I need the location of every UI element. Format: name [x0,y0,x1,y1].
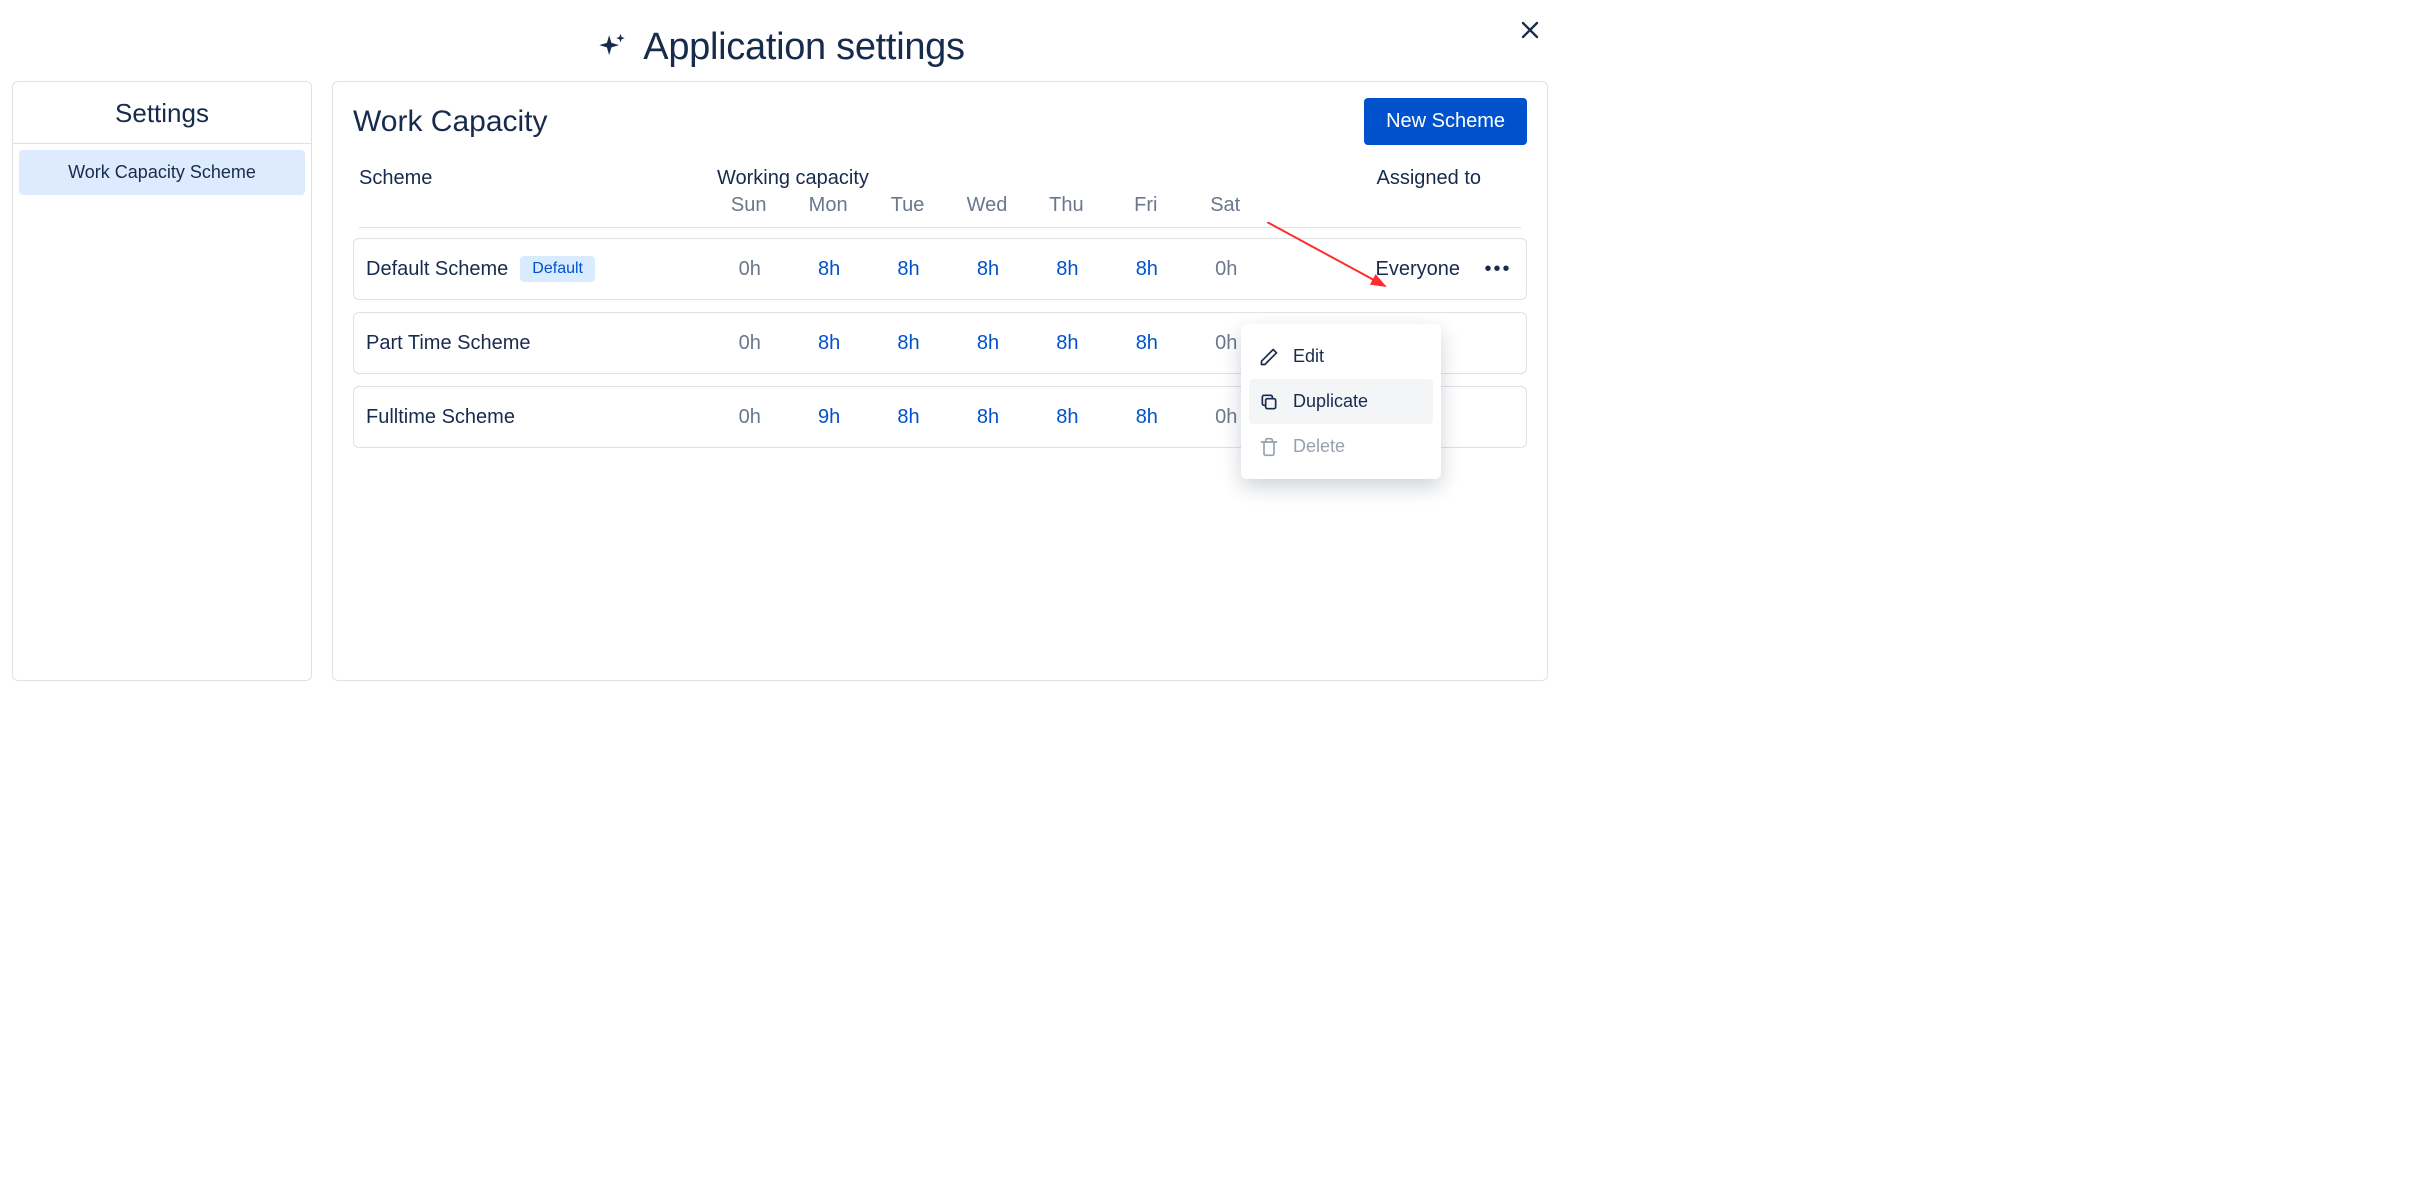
sparkle-icon [595,31,629,65]
day-header-wed: Wed [947,194,1026,217]
menu-item-label: Duplicate [1293,391,1368,412]
scheme-name: Default Scheme [366,258,508,281]
hours-sat: 0h [1187,258,1266,281]
hours-wed: 8h [948,332,1027,355]
hours-thu: 8h [1028,258,1107,281]
day-header-fri: Fri [1106,194,1185,217]
day-header-tue: Tue [868,194,947,217]
page-title: Application settings [643,26,964,69]
hours-tue: 8h [869,332,948,355]
page-header: Application settings [0,0,1560,81]
day-header-sat: Sat [1186,194,1265,217]
settings-sidebar: Settings Work Capacity Scheme [12,81,312,681]
day-header-thu: Thu [1027,194,1106,217]
new-scheme-button[interactable]: New Scheme [1364,98,1527,145]
col-header-scheme: Scheme [359,167,709,217]
col-header-days: Sun Mon Tue Wed Thu Fri Sat [709,194,1265,217]
close-icon [1521,21,1539,39]
hours-fri: 8h [1107,258,1186,281]
day-header-sun: Sun [709,194,788,217]
sidebar-item-label: Work Capacity Scheme [68,162,256,182]
hours-thu: 8h [1028,332,1107,355]
hours-mon: 8h [789,332,868,355]
pencil-icon [1259,347,1279,367]
hours-sun: 0h [710,332,789,355]
col-header-assigned: Assigned to [1265,167,1521,217]
assigned-to: Everyone [1376,258,1461,281]
hours-mon: 9h [789,406,868,429]
more-actions-button[interactable]: ••• [1484,255,1512,283]
menu-item-duplicate[interactable]: Duplicate [1249,379,1433,424]
hours-sun: 0h [710,258,789,281]
hours-wed: 8h [948,258,1027,281]
close-button[interactable] [1518,18,1542,42]
menu-item-label: Edit [1293,346,1324,367]
menu-item-edit[interactable]: Edit [1249,334,1433,379]
hours-fri: 8h [1107,332,1186,355]
context-menu: Edit Duplicate Delete [1241,324,1441,479]
default-badge: Default [520,256,595,282]
main-panel: Work Capacity New Scheme Scheme Working … [332,81,1548,681]
menu-item-label: Delete [1293,436,1345,457]
hours-wed: 8h [948,406,1027,429]
hours-mon: 8h [789,258,868,281]
scheme-name: Part Time Scheme [366,332,531,355]
hours-tue: 8h [869,406,948,429]
sidebar-header: Settings [13,82,311,144]
main-title: Work Capacity [353,105,548,139]
duplicate-icon [1259,392,1279,412]
day-header-mon: Mon [788,194,867,217]
menu-item-delete: Delete [1249,424,1433,469]
hours-thu: 8h [1028,406,1107,429]
scheme-name: Fulltime Scheme [366,406,515,429]
hours-tue: 8h [869,258,948,281]
scheme-row[interactable]: Default Scheme Default 0h 8h 8h 8h 8h 8h… [353,238,1527,300]
hours-fri: 8h [1107,406,1186,429]
hours-sun: 0h [710,406,789,429]
header-divider [359,227,1521,228]
col-header-capacity: Working capacity [709,167,1265,194]
table-header: Scheme Working capacity Sun Mon Tue Wed … [353,167,1527,225]
trash-icon [1259,437,1279,457]
sidebar-item-work-capacity-scheme[interactable]: Work Capacity Scheme [19,150,305,195]
